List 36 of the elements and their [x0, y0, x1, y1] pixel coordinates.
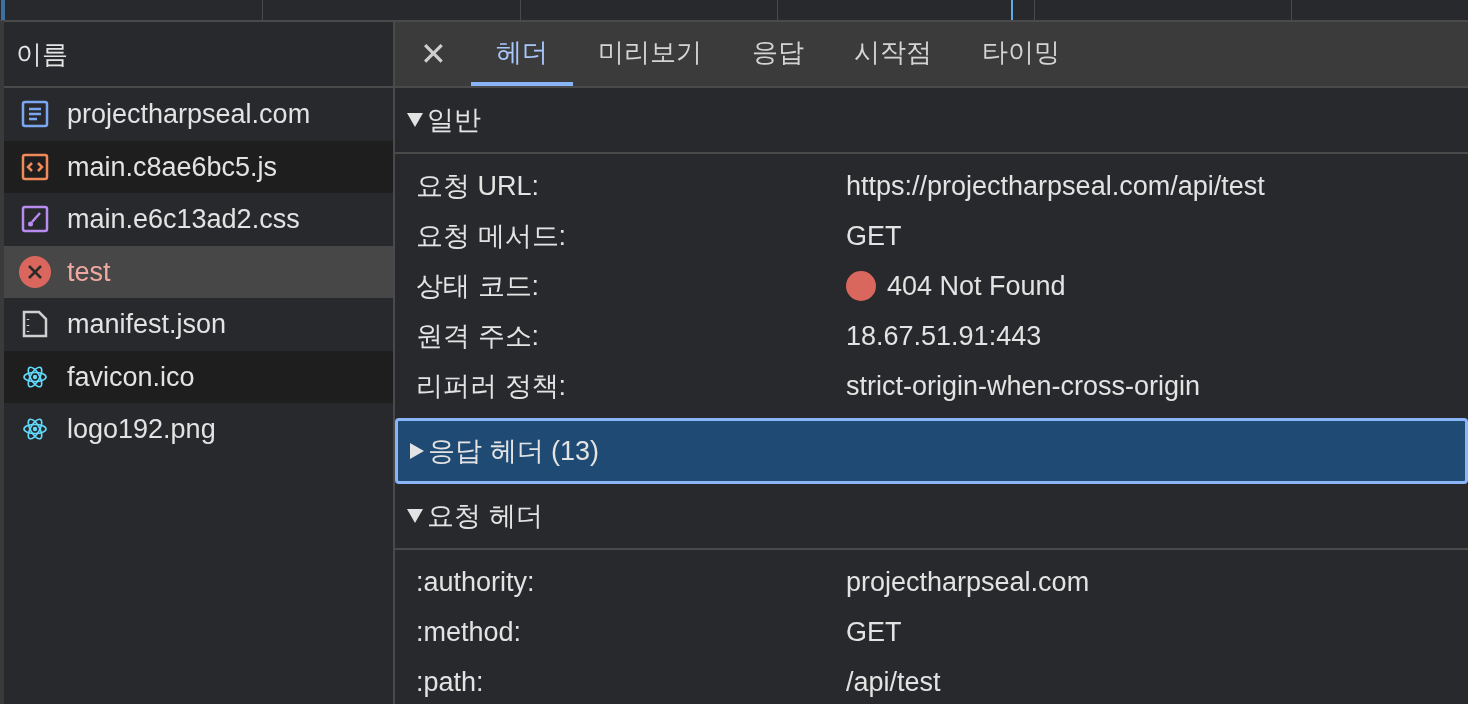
brush-icon: [21, 205, 49, 234]
collapsed-triangle-icon: [410, 443, 424, 459]
header-name: 요청 URL:: [416, 169, 541, 203]
header-name: 원격 주소:: [416, 319, 540, 353]
header-value: /api/test: [846, 665, 941, 699]
close-button[interactable]: ✕: [395, 22, 471, 86]
tab[interactable]: 타이밍: [957, 22, 1085, 86]
header-value: GET: [846, 615, 902, 649]
section-header[interactable]: 일반: [395, 88, 1468, 154]
file-row[interactable]: main.c8ae6bc5.js: [4, 140, 393, 193]
header-name: 요청 메서드:: [416, 219, 567, 253]
header-value: https://projectharpseal.com/api/test: [846, 169, 1265, 203]
header-name: :authority:: [416, 565, 536, 599]
header-value: GET: [846, 219, 902, 253]
file-icon: [21, 310, 49, 339]
file-row[interactable]: test: [4, 245, 393, 298]
tab[interactable]: 시작점: [829, 22, 957, 86]
header-value: strict-origin-when-cross-origin: [846, 369, 1201, 403]
tab[interactable]: 헤더: [471, 22, 573, 86]
header-name: 리퍼러 정책:: [416, 369, 567, 403]
header-value: 404 Not Found: [887, 269, 1066, 303]
tab[interactable]: 응답: [727, 22, 829, 86]
section-header[interactable]: 요청 헤더: [395, 484, 1468, 550]
header-value: 18.67.51.91:443: [846, 319, 1042, 353]
header-name: :path:: [416, 665, 485, 699]
section-header[interactable]: 응답 헤더 (13): [395, 418, 1468, 484]
tab[interactable]: 미리보기: [573, 22, 727, 86]
expanded-triangle-icon: [407, 509, 423, 523]
file-row[interactable]: favicon.ico: [4, 350, 393, 403]
header-value: projectharpseal.com: [846, 565, 1090, 599]
code-icon: [21, 152, 49, 181]
header-name: :method:: [416, 615, 523, 649]
error-icon: [19, 255, 51, 288]
header-name: 상태 코드:: [416, 269, 540, 303]
document-icon: [21, 100, 49, 129]
expanded-triangle-icon: [407, 113, 423, 127]
